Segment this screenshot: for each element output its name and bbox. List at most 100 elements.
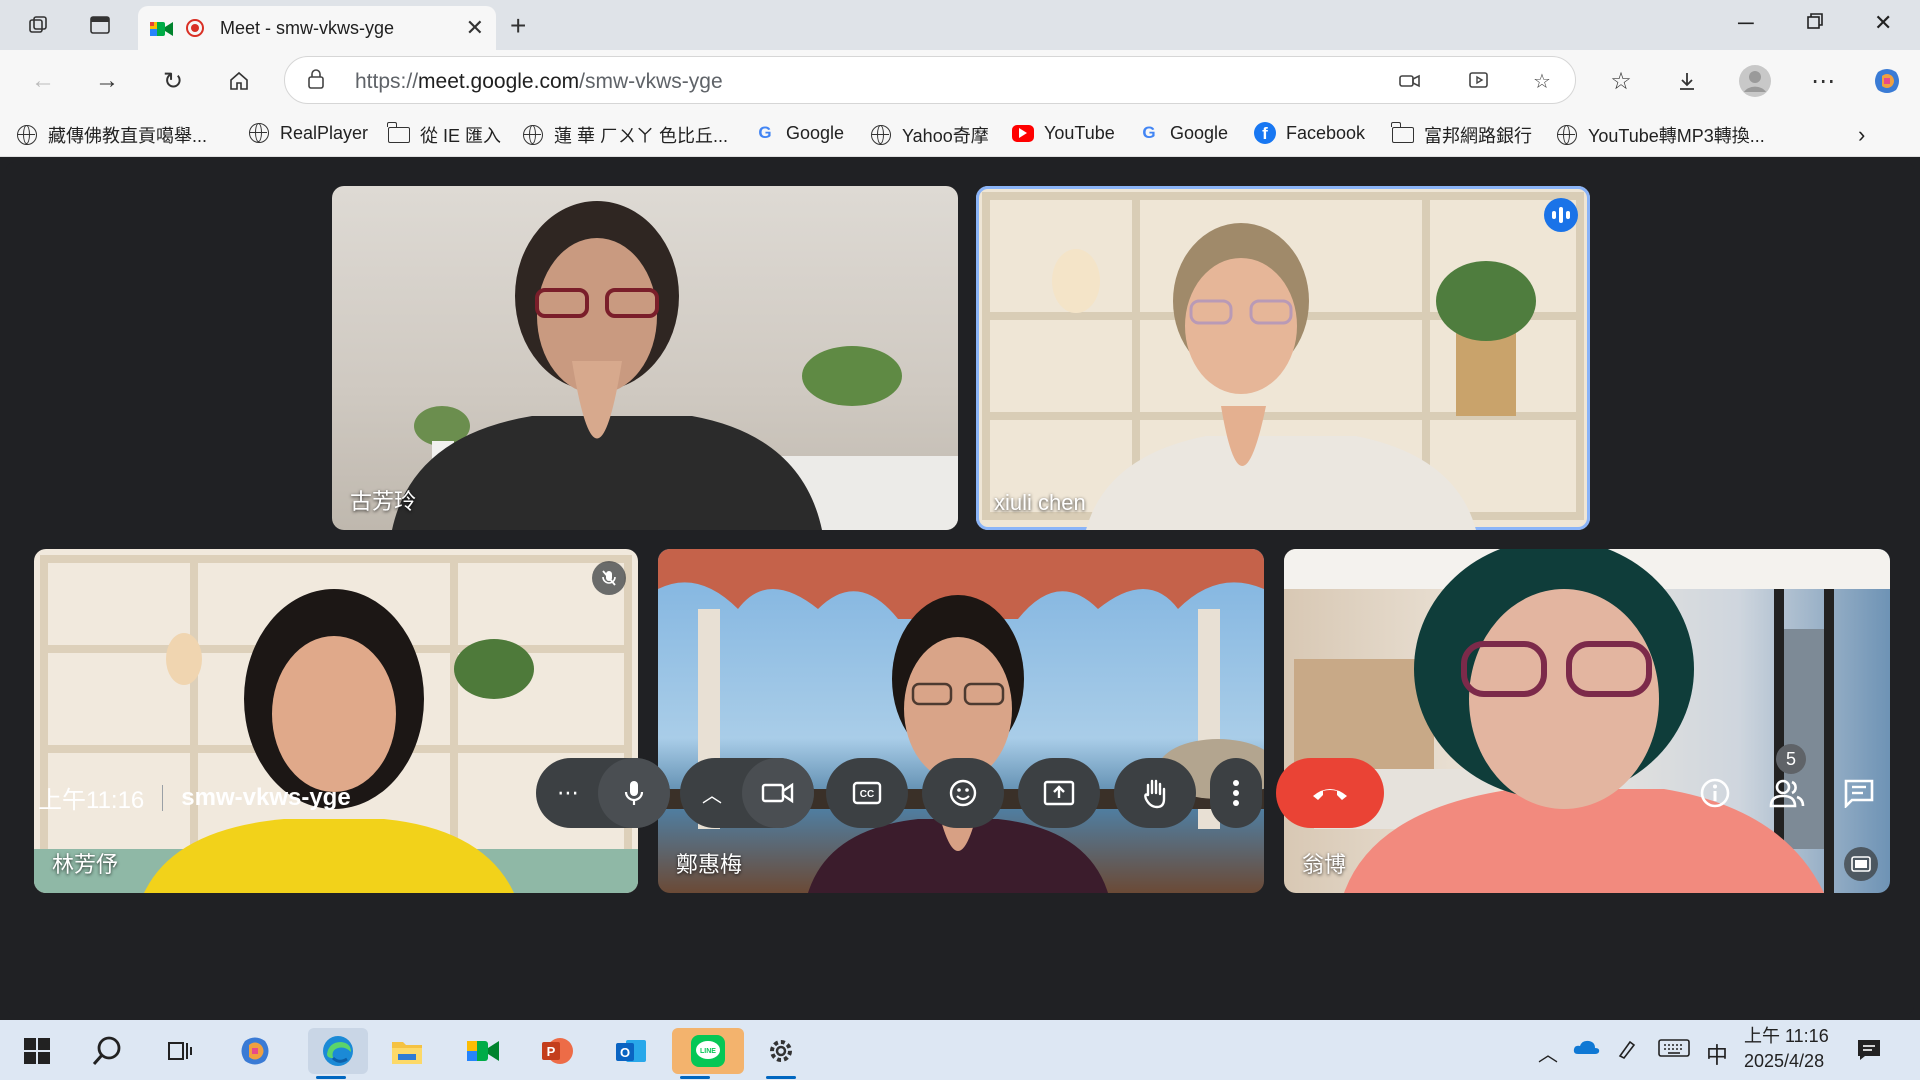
microphone-button[interactable] — [598, 758, 670, 828]
address-bar[interactable]: https://meet.google.com/smw-vkws-yge ☆ — [284, 56, 1576, 104]
folder-icon — [387, 122, 410, 146]
minimize-button[interactable]: ─ — [1738, 10, 1754, 36]
participant-video — [982, 192, 1584, 530]
back-button[interactable]: ← — [26, 64, 60, 98]
audio-settings-button[interactable]: ⋯ — [536, 758, 600, 828]
bookmark-item[interactable]: f Facebook — [1254, 122, 1365, 144]
meeting-details-button[interactable] — [1692, 770, 1738, 816]
bookmark-item[interactable]: 蓮 華 ㄏㄨㄚ 色比丘... — [522, 122, 728, 148]
more-bookmarks-chevron-icon[interactable]: › — [1858, 122, 1865, 148]
google-icon: G — [1142, 123, 1156, 142]
new-tab-button[interactable]: + — [510, 10, 526, 42]
video-control-group: ︿ — [680, 758, 814, 828]
onedrive-icon[interactable] — [1572, 1038, 1600, 1062]
bookmark-item[interactable]: Yahoo奇摩 — [870, 122, 989, 148]
downloads-icon[interactable] — [1670, 64, 1704, 98]
app-available-icon[interactable] — [1467, 68, 1493, 94]
workspaces-icon[interactable] — [26, 13, 50, 37]
participant-tile[interactable]: 翁博 — [1284, 549, 1890, 893]
meeting-code: smw-vkws-yge — [181, 783, 351, 811]
speaking-indicator-icon — [1544, 198, 1578, 232]
pen-icon[interactable] — [1616, 1038, 1638, 1066]
meeting-info: 上午11:16 smw-vkws-yge — [38, 780, 351, 815]
line-app-icon[interactable]: LINE — [672, 1028, 744, 1079]
touch-keyboard-icon[interactable] — [1658, 1038, 1690, 1064]
svg-text:CC: CC — [860, 789, 874, 800]
mic-off-icon — [592, 561, 626, 595]
present-screen-button[interactable] — [1018, 758, 1100, 828]
participant-video — [1284, 549, 1890, 893]
bookmark-item[interactable]: YouTube — [1012, 122, 1115, 144]
recording-icon — [186, 19, 204, 37]
google-meet-app-icon[interactable] — [460, 1028, 506, 1074]
taskbar-clock[interactable]: 上午 11:16 2025/4/28 — [1744, 1024, 1829, 1074]
participant-name: 林芳伃 — [52, 852, 119, 877]
favorites-icon[interactable]: ☆ — [1604, 64, 1638, 98]
copilot-app-icon[interactable] — [232, 1028, 278, 1074]
edge-app-icon[interactable] — [308, 1028, 368, 1079]
bookmark-item[interactable]: G Google — [1138, 122, 1228, 144]
notifications-icon[interactable] — [1856, 1038, 1882, 1068]
clock-time: 上午 11:16 — [1744, 1026, 1829, 1046]
favorites-bar: 藏傳佛教直貢噶舉... RealPlayer 從 IE 匯入 蓮 華 ㄏㄨㄚ 色… — [0, 112, 1920, 157]
participant-tile[interactable]: 古芳玲 — [332, 186, 958, 530]
more-options-button[interactable] — [1210, 758, 1262, 828]
favorite-star-icon[interactable]: ☆ — [1529, 68, 1555, 94]
microphone-icon — [624, 781, 644, 805]
settings-app-icon[interactable] — [758, 1028, 804, 1079]
raise-hand-button[interactable] — [1114, 758, 1196, 828]
folder-icon — [1391, 122, 1414, 146]
forward-button[interactable]: → — [90, 64, 124, 98]
tab-meet[interactable]: Meet - smw-vkws-yge ✕ — [138, 6, 496, 50]
participant-name: xiuli chen — [994, 490, 1086, 515]
start-button[interactable] — [14, 1028, 60, 1074]
refresh-button[interactable]: ↻ — [156, 64, 190, 98]
more-menu-icon[interactable]: ⋯ — [1806, 64, 1840, 98]
url-text[interactable]: https://meet.google.com/smw-vkws-yge — [355, 70, 723, 94]
gear-icon — [770, 1040, 792, 1062]
search-button[interactable] — [84, 1028, 130, 1074]
picture-in-picture-icon[interactable] — [1844, 847, 1878, 881]
outlook-icon[interactable]: O — [608, 1028, 654, 1074]
task-view-button[interactable] — [156, 1028, 202, 1074]
tab-title: Meet - smw-vkws-yge — [220, 17, 395, 38]
show-hidden-icons-chevron-icon[interactable]: ︿ — [1538, 1038, 1558, 1067]
participant-video — [392, 201, 958, 530]
emoji-smile-icon — [949, 779, 977, 807]
bookmark-folder[interactable]: 富邦網路銀行 — [1391, 122, 1532, 148]
profile-avatar[interactable] — [1738, 64, 1772, 98]
google-meet-icon — [150, 19, 173, 37]
people-icon — [1769, 779, 1805, 808]
bookmark-item[interactable]: YouTube轉MP3轉換... — [1556, 122, 1765, 148]
powerpoint-icon[interactable]: P — [534, 1028, 580, 1074]
captions-button[interactable]: CC — [826, 758, 908, 828]
bookmark-item[interactable]: G Google — [754, 122, 844, 144]
present-screen-icon — [1043, 780, 1075, 806]
home-button[interactable] — [222, 64, 256, 98]
copilot-icon[interactable] — [1870, 64, 1904, 98]
youtube-icon — [1012, 122, 1034, 144]
bookmark-item[interactable]: 藏傳佛教直貢噶舉... — [16, 122, 207, 148]
camera-button[interactable] — [742, 758, 814, 828]
participant-name: 古芳玲 — [350, 489, 417, 514]
participant-tile[interactable]: 林芳伃 — [34, 549, 638, 893]
chevron-up-icon[interactable]: ︿ — [680, 758, 744, 828]
chat-button[interactable] — [1836, 770, 1882, 816]
people-button[interactable] — [1764, 770, 1810, 816]
vertical-tabs-icon[interactable] — [88, 13, 112, 37]
emoji-reactions-button[interactable] — [922, 758, 1004, 828]
file-explorer-icon[interactable] — [384, 1028, 430, 1074]
close-window-button[interactable]: ✕ — [1874, 10, 1892, 36]
lock-icon[interactable] — [307, 69, 325, 89]
tab-close-icon[interactable]: ✕ — [466, 15, 484, 41]
participant-tile-active-speaker[interactable]: xiuli chen — [976, 186, 1590, 530]
leave-call-button[interactable] — [1276, 758, 1384, 828]
browser-tab-bar: Meet - smw-vkws-yge ✕ + ─ ✕ — [0, 0, 1920, 50]
participant-tile[interactable]: 鄭惠梅 — [658, 549, 1264, 893]
bookmark-folder[interactable]: 從 IE 匯入 — [387, 122, 501, 148]
camera-in-use-icon[interactable] — [1397, 68, 1423, 94]
bookmark-item[interactable]: RealPlayer — [248, 122, 368, 144]
participant-name: 翁博 — [1302, 852, 1347, 877]
restore-button[interactable] — [1806, 10, 1824, 36]
input-method-indicator[interactable]: 中 — [1706, 1038, 1728, 1070]
